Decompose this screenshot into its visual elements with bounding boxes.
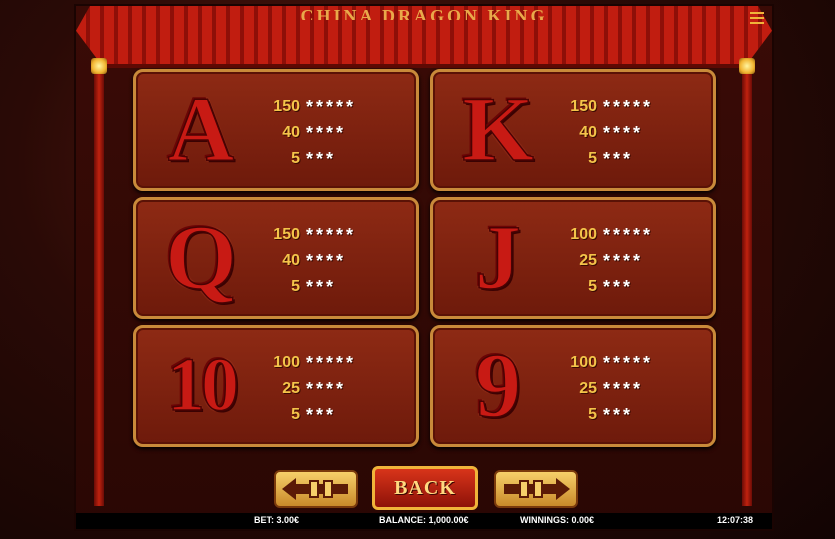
pay-value: 40 — [282, 252, 300, 269]
pay-row: 5 *** — [256, 146, 356, 172]
pay-stars: **** — [306, 378, 347, 399]
pay-value: 25 — [579, 380, 597, 397]
pay-row: 5 *** — [553, 146, 653, 172]
pay-stars: **** — [603, 122, 644, 143]
pay-row: 40 **** — [256, 248, 356, 274]
pay-row: 25 **** — [553, 376, 653, 402]
winnings-display: WINNINGS: 0.00€ — [520, 515, 595, 525]
pay-list: 150 ***** 40 **** 5 *** — [256, 94, 356, 172]
balance-display: BALANCE: 1,000.00€ — [379, 515, 469, 525]
pay-row: 150 ***** — [256, 222, 356, 248]
bet-display: BET: 3.00€ — [254, 515, 300, 525]
pay-stars: **** — [603, 378, 644, 399]
symbol-q: Q — [164, 206, 237, 308]
symbol-k: K — [461, 78, 534, 180]
symbol-10: 10 — [166, 343, 240, 427]
pay-value: 5 — [291, 406, 300, 423]
pay-row: 100 ***** — [553, 350, 653, 376]
pay-stars: ***** — [603, 352, 654, 373]
pay-value: 25 — [282, 380, 300, 397]
pay-value: 5 — [588, 150, 597, 167]
pay-row: 40 **** — [553, 120, 653, 146]
pay-value: 150 — [273, 98, 300, 115]
pay-value: 150 — [273, 226, 300, 243]
pay-value: 40 — [579, 124, 597, 141]
pay-stars: ***** — [603, 224, 654, 245]
paytable-panel-k: K 150 ***** 40 **** 5 *** — [430, 69, 716, 191]
pay-row: 25 **** — [553, 248, 653, 274]
pay-stars: *** — [603, 148, 634, 169]
pay-row: 150 ***** — [256, 94, 356, 120]
pay-stars: ***** — [306, 96, 357, 117]
pay-value: 40 — [282, 124, 300, 141]
prev-page-button[interactable] — [274, 470, 358, 508]
pay-row: 5 *** — [256, 274, 356, 300]
pay-value: 150 — [570, 98, 597, 115]
pay-stars: **** — [603, 250, 644, 271]
game-title: CHINA DRAGON KING — [300, 6, 548, 20]
pay-stars: *** — [603, 404, 634, 425]
arrow-right-icon — [504, 478, 570, 500]
pay-row: 40 **** — [256, 120, 356, 146]
pay-stars: *** — [306, 148, 337, 169]
pay-stars: ***** — [306, 352, 357, 373]
pay-stars: *** — [306, 276, 337, 297]
pay-row: 25 **** — [256, 376, 356, 402]
back-button[interactable]: BACK — [372, 466, 478, 510]
pay-row: 150 ***** — [553, 94, 653, 120]
pay-value: 5 — [588, 278, 597, 295]
arrow-left-icon — [282, 478, 348, 500]
menu-icon[interactable] — [750, 12, 764, 24]
pay-value: 100 — [273, 354, 300, 371]
pay-stars: **** — [306, 250, 347, 271]
pay-value: 5 — [588, 406, 597, 423]
pay-list: 150 ***** 40 **** 5 *** — [553, 94, 653, 172]
pay-stars: *** — [306, 404, 337, 425]
clock-display: 12:07:38 — [717, 515, 754, 525]
paytable-panel-q: Q 150 ***** 40 **** 5 *** — [133, 197, 419, 319]
pay-list: 100 ***** 25 **** 5 *** — [553, 350, 653, 428]
pay-list: 100 ***** 25 **** 5 *** — [256, 350, 356, 428]
pay-row: 100 ***** — [553, 222, 653, 248]
pay-row: 100 ***** — [256, 350, 356, 376]
pay-row: 5 *** — [553, 274, 653, 300]
pay-row: 5 *** — [553, 402, 653, 428]
paytable-panel-j: J 100 ***** 25 **** 5 *** — [430, 197, 716, 319]
game-frame: CHINA DRAGON KING A 150 ***** 40 **** 5 ***… — [76, 6, 772, 529]
pay-value: 5 — [291, 150, 300, 167]
next-page-button[interactable] — [494, 470, 578, 508]
symbol-9: 9 — [474, 334, 522, 436]
pay-row: 5 *** — [256, 402, 356, 428]
paytable-panel-a: A 150 ***** 40 **** 5 *** — [133, 69, 419, 191]
paytable-panel-9: 9 100 ***** 25 **** 5 *** — [430, 325, 716, 447]
pay-stars: **** — [306, 122, 347, 143]
left-pillar — [94, 66, 104, 506]
pay-value: 100 — [570, 226, 597, 243]
left-lantern — [91, 58, 107, 74]
pay-value: 100 — [570, 354, 597, 371]
paytable-panel-10: 10 100 ***** 25 **** 5 *** — [133, 325, 419, 447]
right-pillar — [742, 66, 752, 506]
pay-list: 100 ***** 25 **** 5 *** — [553, 222, 653, 300]
right-lantern — [739, 58, 755, 74]
pay-value: 25 — [579, 252, 597, 269]
pay-list: 150 ***** 40 **** 5 *** — [256, 222, 356, 300]
pay-stars: *** — [603, 276, 634, 297]
pay-stars: ***** — [603, 96, 654, 117]
pay-value: 5 — [291, 278, 300, 295]
status-bar: BET: 3.00€ BALANCE: 1,000.00€ WINNINGS: … — [76, 513, 772, 529]
symbol-a: A — [167, 78, 235, 180]
symbol-j: J — [474, 206, 522, 308]
pay-stars: ***** — [306, 224, 357, 245]
